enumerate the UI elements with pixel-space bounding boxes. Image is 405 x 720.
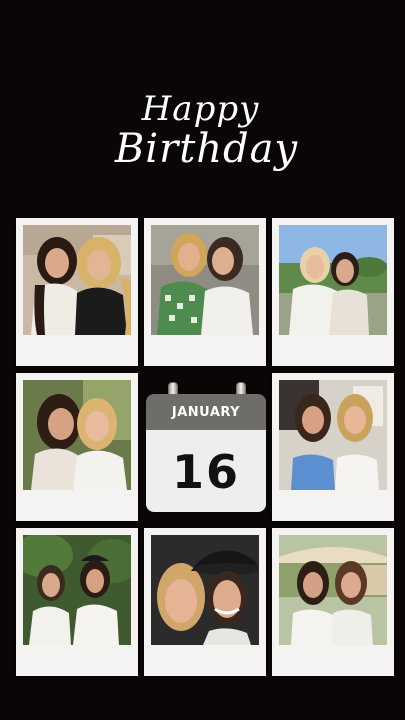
polaroid-photo-2 [144,218,266,366]
photo-5 [279,380,387,490]
polaroid-photo-3 [272,218,394,366]
photo-3 [279,225,387,335]
title-line-1: Happy [141,89,260,129]
title-line-2: Birthday [114,125,299,172]
polaroid-photo-7 [144,528,266,676]
photo-4 [23,380,131,490]
calendar-widget: JANUARY 16 [146,382,266,514]
photo-1 [23,225,131,335]
happy-birthday-title: Happy Birthday [0,89,405,172]
calendar-month: JANUARY [146,394,266,430]
photo-8 [279,535,387,645]
polaroid-photo-1 [16,218,138,366]
polaroid-photo-5 [272,373,394,521]
polaroid-photo-8 [272,528,394,676]
photo-2 [151,225,259,335]
calendar-day: 16 [146,430,266,512]
polaroid-photo-4 [16,373,138,521]
photo-7 [151,535,259,645]
polaroid-photo-6 [16,528,138,676]
photo-6 [23,535,131,645]
